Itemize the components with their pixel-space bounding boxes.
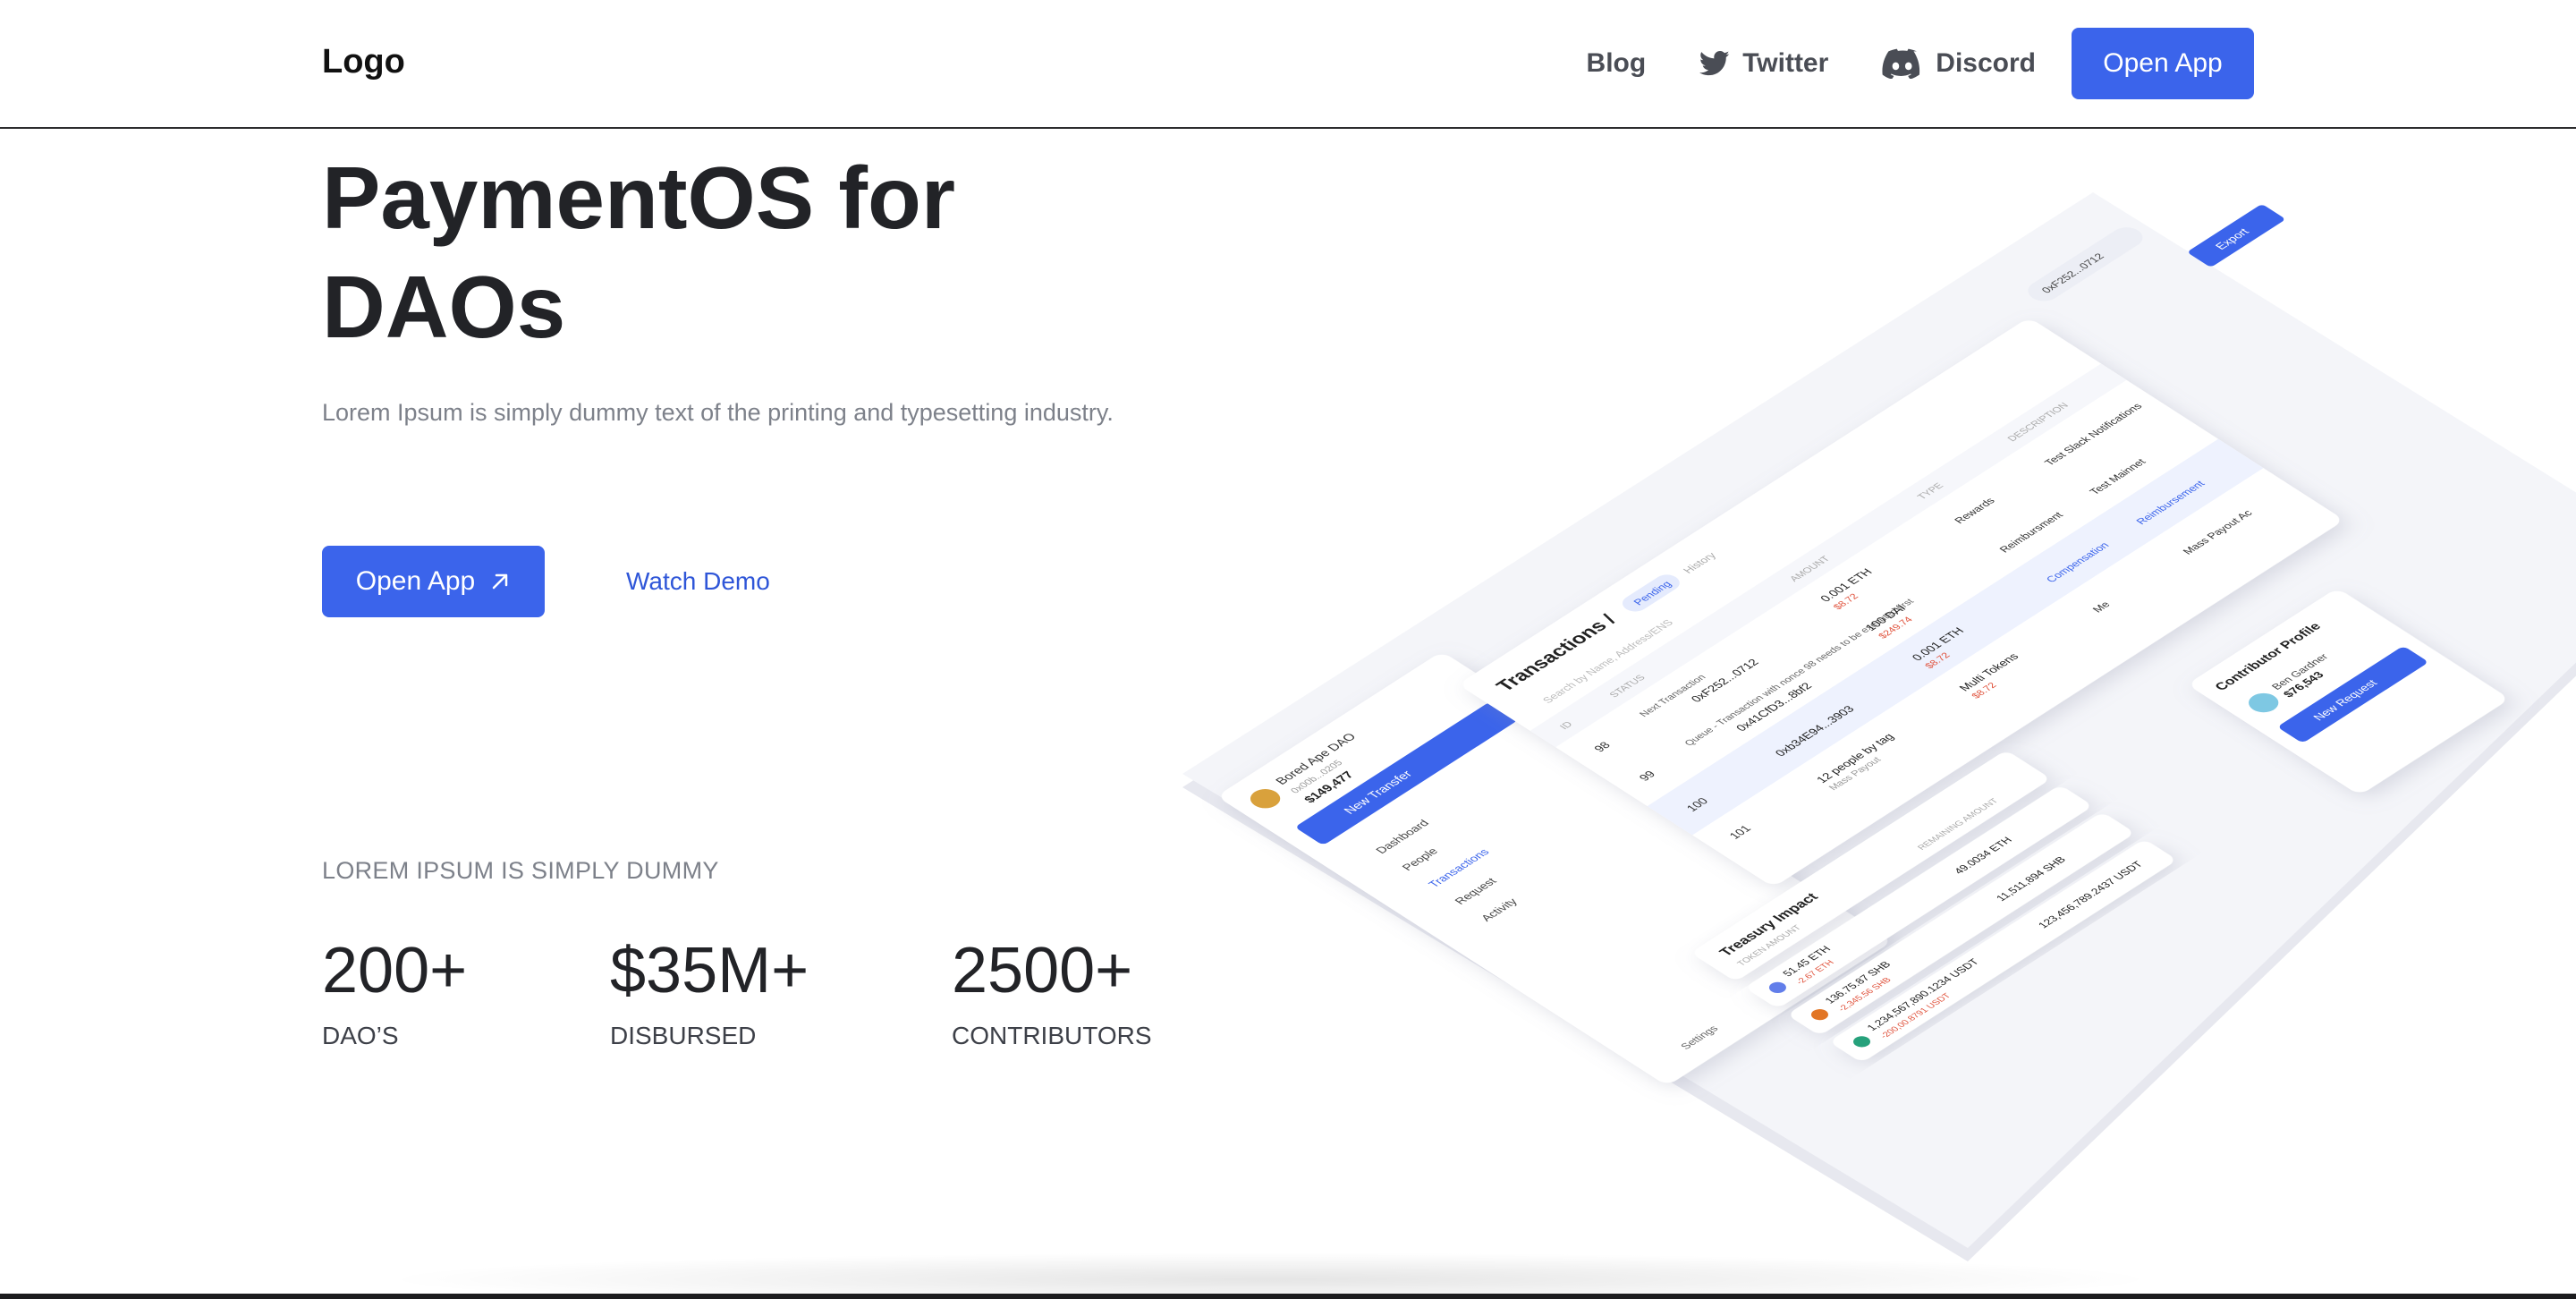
nav-twitter-link[interactable]: Twitter (1699, 48, 1828, 79)
hero-title-line-1: PaymentOS for (322, 149, 955, 247)
twitter-icon (1699, 50, 1730, 76)
hero-title: PaymentOS for DAOs (322, 143, 1127, 361)
discord-icon (1882, 48, 1920, 79)
stat-disbursed: $35M+ DISBURSED (610, 930, 809, 1050)
nav-blog-link[interactable]: Blog (1587, 48, 1647, 79)
nav-discord-link[interactable]: Discord (1882, 48, 2036, 79)
top-nav: Blog Twitter Discord Open App (1587, 28, 2254, 99)
stat-caption: CONTRIBUTORS (952, 1022, 1152, 1049)
logo[interactable]: Logo (322, 43, 405, 81)
watch-demo-link[interactable]: Watch Demo (626, 567, 770, 596)
header-open-app-button[interactable]: Open App (2072, 28, 2254, 99)
bottom-shadow (376, 1252, 2165, 1299)
hero-subtitle: Lorem Ipsum is simply dummy text of the … (322, 399, 1114, 426)
dashboard-mockup-illustration: Bored Ape DAO 0x00b...0205 $149,477 New … (1163, 134, 2576, 1279)
hero-title-line-2: DAOs (322, 258, 566, 356)
stat-value: 200+ (322, 935, 468, 1006)
stat-daos: 200+ DAO’S (322, 930, 467, 1050)
nav-discord-label: Discord (1936, 48, 2036, 78)
stat-caption: DAO’S (322, 1022, 399, 1049)
dashboard-mockup-svg: Bored Ape DAO 0x00b...0205 $149,477 New … (1182, 192, 2576, 1261)
stat-contributors: 2500+ CONTRIBUTORS (952, 930, 1152, 1050)
stats-label: LOREM IPSUM IS SIMPLY DUMMY (322, 857, 719, 884)
nav-blog-label: Blog (1586, 48, 1647, 78)
bottom-edge (0, 1294, 2576, 1299)
stat-caption: DISBURSED (610, 1022, 757, 1049)
arrow-up-right-icon (492, 573, 508, 590)
hero-open-app-label: Open App (355, 566, 476, 596)
nav-twitter-label: Twitter (1742, 48, 1829, 78)
stat-value: 2500+ (952, 935, 1133, 1006)
hero-open-app-button[interactable]: Open App (322, 546, 545, 617)
site-header: Logo Blog Twitter Discord Open App (0, 0, 2576, 129)
stat-value: $35M+ (610, 935, 809, 1006)
